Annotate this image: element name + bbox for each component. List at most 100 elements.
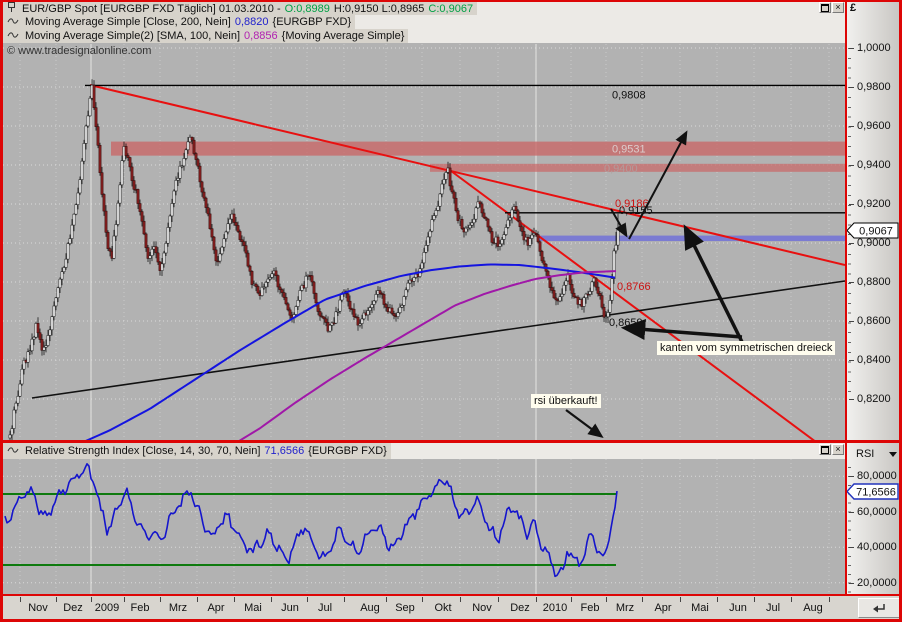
annotation-arrow[interactable] <box>686 229 743 344</box>
window-border-left <box>0 0 3 622</box>
month-tick <box>642 597 643 602</box>
ma200-suffix: {EURGBP FXD} <box>273 16 352 28</box>
price-axis-label: 0,8600 <box>857 315 891 327</box>
close-button[interactable]: × <box>832 444 844 455</box>
ma200-legend-row[interactable]: Moving Average Simple [Close, 200, Nein]… <box>3 15 845 29</box>
price-level-label: 0,9400 <box>604 163 638 175</box>
month-label: Mrz <box>169 602 187 614</box>
maximize-button[interactable] <box>819 2 831 13</box>
month-label: 2010 <box>543 602 567 614</box>
time-axis[interactable]: NovDez2009FebMrzAprMaiJunJulAugSepOktNov… <box>0 596 902 619</box>
trendline[interactable] <box>90 85 845 265</box>
month-label: Mai <box>244 602 262 614</box>
close-button[interactable]: × <box>832 2 844 13</box>
rsi-axis-label: 40,0000 <box>857 541 897 553</box>
month-label: Jun <box>281 602 299 614</box>
wave-icon <box>7 445 19 458</box>
month-label: Jun <box>729 602 747 614</box>
month-tick <box>91 597 92 602</box>
month-tick <box>791 597 792 602</box>
price-level-label: 0,8766 <box>617 281 651 293</box>
month-label: Mai <box>691 602 709 614</box>
copyright-watermark: © www.tradesignalonline.com <box>7 45 151 57</box>
month-label: Mrz <box>616 602 634 614</box>
wave-icon <box>7 16 19 29</box>
annotation-arrow[interactable] <box>626 328 742 337</box>
current-price-tag: 0,9067 <box>846 222 900 242</box>
rsi-window-controls: × <box>819 444 844 455</box>
month-label: Apr <box>654 602 671 614</box>
rsi-chart-pane[interactable] <box>3 459 845 595</box>
month-label: Aug <box>360 602 380 614</box>
instrument-title: EUR/GBP Spot [EURGBP FXD Täglich] 01.03.… <box>22 3 281 15</box>
month-tick <box>680 597 681 602</box>
rsi-axis-title: RSI <box>856 448 874 460</box>
rsi-line <box>5 464 617 577</box>
month-tick <box>56 597 57 602</box>
price-axis[interactable]: £ 1,00000,98000,96000,94000,92000,90000,… <box>847 0 899 441</box>
currency-symbol: £ <box>850 2 856 14</box>
month-label: 2009 <box>95 602 119 614</box>
month-tick <box>422 597 423 602</box>
month-tick <box>344 597 345 602</box>
axis-splitter[interactable] <box>845 0 847 596</box>
maximize-button[interactable] <box>819 444 831 455</box>
rsi-axis[interactable]: RSI 80,000060,000040,000020,0000 71,6566 <box>847 443 899 595</box>
price-band[interactable] <box>111 142 845 156</box>
month-label: Okt <box>434 602 451 614</box>
price-level-label: 0,9186 <box>615 198 649 210</box>
candlesticks <box>9 79 619 440</box>
time-axis-border <box>0 594 902 596</box>
ma100-value: 0,8856 <box>244 30 278 42</box>
jump-to-latest-button[interactable] <box>858 598 900 618</box>
ma100-label: Moving Average Simple(2) [SMA, 100, Nein… <box>25 30 240 42</box>
rsi-legend-row[interactable]: Relative Strength Index [Close, 14, 30, … <box>3 443 845 459</box>
price-axis-label: 0,9800 <box>857 81 891 93</box>
rsi-suffix: {EURGBP FXD} <box>308 445 387 457</box>
price-axis-label: 0,8200 <box>857 393 891 405</box>
price-axis-label: 0,9200 <box>857 198 891 210</box>
close-icon: × <box>835 445 840 454</box>
rsi-value-tag: 71,6566 <box>846 483 900 503</box>
window-border-top <box>0 0 902 2</box>
rsi-axis-label: 20,0000 <box>857 577 897 589</box>
rsi-chart-canvas[interactable] <box>3 459 845 595</box>
instrument-pin-icon <box>7 2 16 15</box>
price-axis-label: 0,9400 <box>857 159 891 171</box>
month-tick <box>307 597 308 602</box>
rsi-value: 71,6566 <box>264 445 304 457</box>
close-icon: × <box>835 3 840 12</box>
wave-icon <box>7 30 19 43</box>
price-chart-pane[interactable]: 0,98080,91550,95310,94000,91860,87660,86… <box>3 44 845 441</box>
month-tick <box>124 597 125 602</box>
ma100-legend-row[interactable]: Moving Average Simple(2) [SMA, 100, Nein… <box>3 29 845 43</box>
month-tick <box>606 597 607 602</box>
price-level-label: 0,9531 <box>612 144 646 156</box>
month-tick <box>197 597 198 602</box>
ma200-label: Moving Average Simple [Close, 200, Nein] <box>25 16 231 28</box>
month-label: Feb <box>581 602 600 614</box>
month-tick <box>536 597 537 602</box>
month-label: Nov <box>28 602 48 614</box>
rsi-label: Relative Strength Index [Close, 14, 30, … <box>25 445 260 457</box>
price-axis-label: 0,8400 <box>857 354 891 366</box>
svg-text:71,6566: 71,6566 <box>856 487 896 499</box>
price-axis-label: 0,8800 <box>857 276 891 288</box>
pane-splitter[interactable] <box>0 440 902 443</box>
month-label: Dez <box>63 602 83 614</box>
chevron-down-icon[interactable] <box>889 452 897 457</box>
month-label: Sep <box>395 602 415 614</box>
rsi-overbought-annotation[interactable]: rsi überkauft! <box>531 394 601 408</box>
main-window-controls: × <box>819 2 844 13</box>
month-tick <box>829 597 830 602</box>
trendline[interactable] <box>32 281 845 398</box>
price-chart-canvas[interactable]: 0,98080,91550,95310,94000,91860,87660,86… <box>3 44 845 441</box>
triangle-annotation[interactable]: kanten vom symmetrischen dreieck <box>657 341 835 355</box>
month-tick <box>571 597 572 602</box>
month-label: Aug <box>803 602 823 614</box>
month-label: Dez <box>510 602 530 614</box>
price-axis-label: 0,9600 <box>857 120 891 132</box>
month-label: Apr <box>207 602 224 614</box>
month-tick <box>498 597 499 602</box>
month-label: Nov <box>472 602 492 614</box>
